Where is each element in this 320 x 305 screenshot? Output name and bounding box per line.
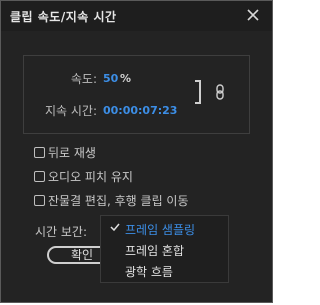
speed-unit: %	[120, 72, 132, 85]
speed-value[interactable]: 50	[103, 72, 118, 85]
clip-speed-duration-dialog: 클립 속도/지속 시간 속도: 50 % 지속 시간: 00:00:07:23 …	[0, 0, 273, 303]
link-bracket	[195, 80, 201, 104]
title-bar: 클립 속도/지속 시간	[1, 1, 272, 31]
menu-item-optical-flow[interactable]: 광학 흐름	[101, 260, 228, 281]
menu-item-label: 광학 흐름	[125, 265, 173, 279]
duration-value[interactable]: 00:00:07:23	[103, 104, 177, 117]
menu-item-label: 프레임 혼합	[125, 244, 185, 258]
ripple-edit-checkbox[interactable]	[34, 194, 45, 206]
ripple-edit-label: 잔물결 편집, 후행 클립 이동	[48, 193, 189, 208]
close-icon[interactable]	[244, 6, 262, 24]
dialog-title: 클립 속도/지속 시간	[10, 10, 117, 24]
menu-item-frame-blending[interactable]: 프레임 혼합	[101, 239, 228, 260]
time-interpolation-dropdown-menu: 프레임 샘플링 프레임 혼합 광학 흐름	[100, 215, 229, 283]
speed-label: 속도:	[70, 72, 97, 86]
link-chain-icon[interactable]	[215, 84, 225, 100]
menu-item-label: 프레임 샘플링	[125, 223, 196, 237]
reverse-speed-option[interactable]: 뒤로 재생	[34, 144, 96, 160]
reverse-speed-checkbox[interactable]	[34, 146, 45, 158]
checkmark-icon	[110, 223, 120, 232]
maintain-audio-pitch-option[interactable]: 오디오 피치 유지	[34, 168, 133, 184]
duration-label: 지속 시간:	[44, 104, 97, 118]
menu-item-frame-sampling[interactable]: 프레임 샘플링	[101, 218, 228, 239]
maintain-audio-pitch-label: 오디오 피치 유지	[48, 169, 133, 184]
maintain-audio-pitch-checkbox[interactable]	[34, 170, 45, 182]
reverse-speed-label: 뒤로 재생	[48, 145, 96, 160]
time-interpolation-label: 시간 보간:	[35, 225, 88, 239]
ripple-edit-option[interactable]: 잔물결 편집, 후행 클립 이동	[34, 192, 189, 208]
